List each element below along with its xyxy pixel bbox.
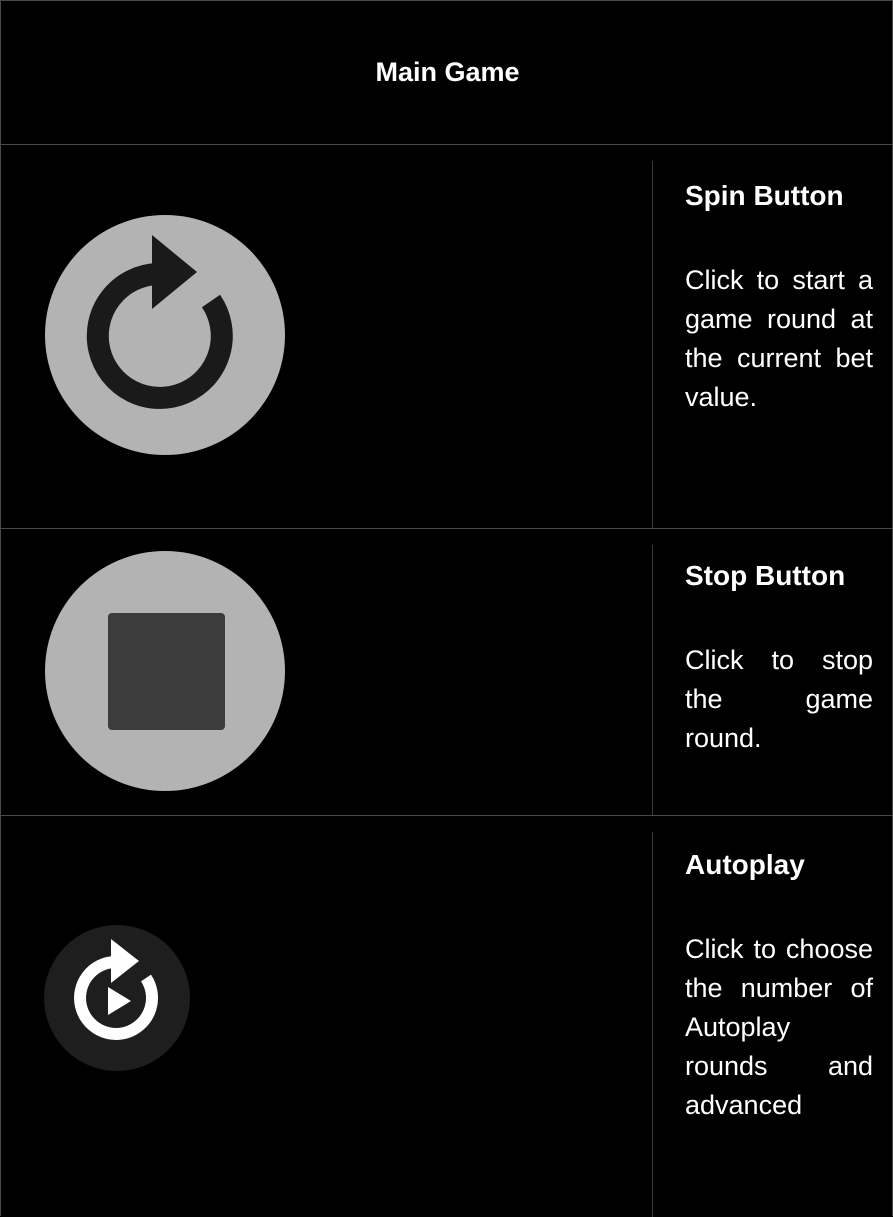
column-divider bbox=[652, 545, 653, 815]
item-title: Spin Button bbox=[685, 180, 844, 211]
help-row-autoplay: Autoplay Click to choose the number of A… bbox=[1, 816, 893, 1217]
help-row-stop: Stop Button Click to stop the game round… bbox=[1, 529, 893, 816]
help-page: Main Game Spin Button Click to start a g… bbox=[0, 0, 893, 1217]
column-divider bbox=[652, 832, 653, 1217]
icon-cell bbox=[1, 529, 652, 815]
item-title: Stop Button bbox=[685, 560, 846, 591]
column-divider bbox=[652, 161, 653, 528]
spin-icon bbox=[45, 215, 285, 455]
item-description: Click to stop the game round. bbox=[685, 645, 873, 753]
item-description: Click to choose the number of Autoplay r… bbox=[685, 934, 873, 1120]
item-title: Autoplay bbox=[685, 849, 805, 880]
icon-cell bbox=[1, 145, 652, 528]
autoplay-icon bbox=[44, 925, 190, 1071]
icon-cell bbox=[1, 816, 652, 1217]
help-row-spin: Spin Button Click to start a game round … bbox=[1, 145, 893, 529]
section-title: Main Game bbox=[375, 57, 520, 87]
item-description: Click to start a game round at the curre… bbox=[685, 265, 873, 412]
stop-icon bbox=[45, 551, 285, 791]
section-header: Main Game bbox=[1, 1, 893, 145]
